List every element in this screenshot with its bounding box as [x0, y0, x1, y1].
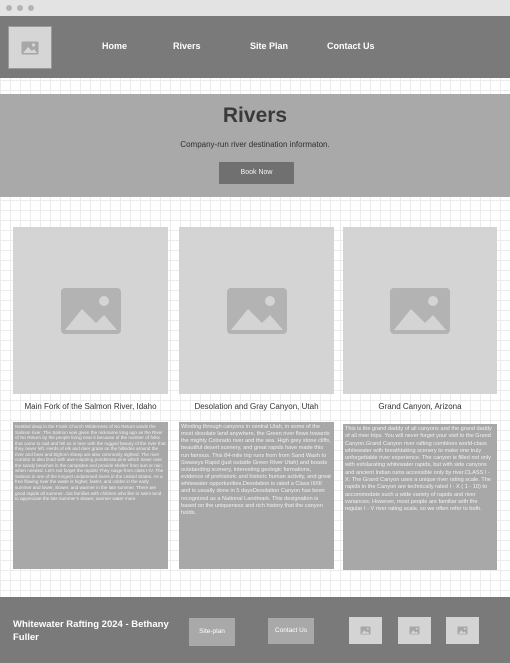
image-icon [457, 626, 468, 635]
card-description: This is the grand daddy of all canyons a… [343, 424, 497, 570]
contact-us-button[interactable]: Contact Us [268, 618, 314, 644]
book-now-button[interactable]: Book Now [219, 162, 294, 184]
footer: Whitewater Rafting 2024 - Bethany Fuller… [0, 597, 510, 663]
image-icon [390, 287, 450, 334]
nav-rivers-link[interactable]: Rivers [173, 41, 201, 51]
card-image-placeholder [343, 227, 497, 394]
nav-home-link[interactable]: Home [102, 41, 127, 51]
image-icon [409, 626, 420, 635]
image-icon [226, 287, 287, 334]
social-image-placeholder[interactable] [349, 617, 382, 644]
logo-image-placeholder[interactable] [8, 26, 52, 69]
window-dot [28, 5, 34, 11]
social-image-placeholder[interactable] [446, 617, 479, 644]
hero-section: Rivers Company-run river destination inf… [0, 94, 510, 197]
card-title: Desolation and Gray Canyon, Utah [194, 402, 319, 411]
card-image-placeholder [13, 227, 168, 394]
card-title: Grand Canyon, Arizona [378, 402, 462, 411]
browser-chrome [0, 0, 510, 16]
card-description: Nestled deep in the Frank Church Wildern… [13, 422, 168, 569]
footer-title: Whitewater Rafting 2024 - Bethany Fuller [13, 619, 169, 643]
window-dot [17, 5, 23, 11]
image-icon [21, 41, 39, 54]
site-plan-button[interactable]: Site-plan [189, 618, 235, 646]
window-dot [6, 5, 12, 11]
card-image-placeholder [179, 227, 334, 394]
image-icon [360, 626, 371, 635]
page-title: Rivers [222, 104, 288, 127]
image-icon [60, 287, 121, 334]
nav-contact-link[interactable]: Contact Us [327, 41, 375, 51]
navbar: Home Rivers Site Plan Contact Us [0, 16, 510, 78]
hero-subtitle: Company-run river destination informaton… [180, 140, 330, 149]
social-image-placeholder[interactable] [398, 617, 431, 644]
card-description: Winding through canyons in central Utah,… [179, 422, 334, 569]
card-title: Main Fork of the Salmon River, Idaho [24, 402, 157, 411]
nav-site-plan-link[interactable]: Site Plan [250, 41, 288, 51]
